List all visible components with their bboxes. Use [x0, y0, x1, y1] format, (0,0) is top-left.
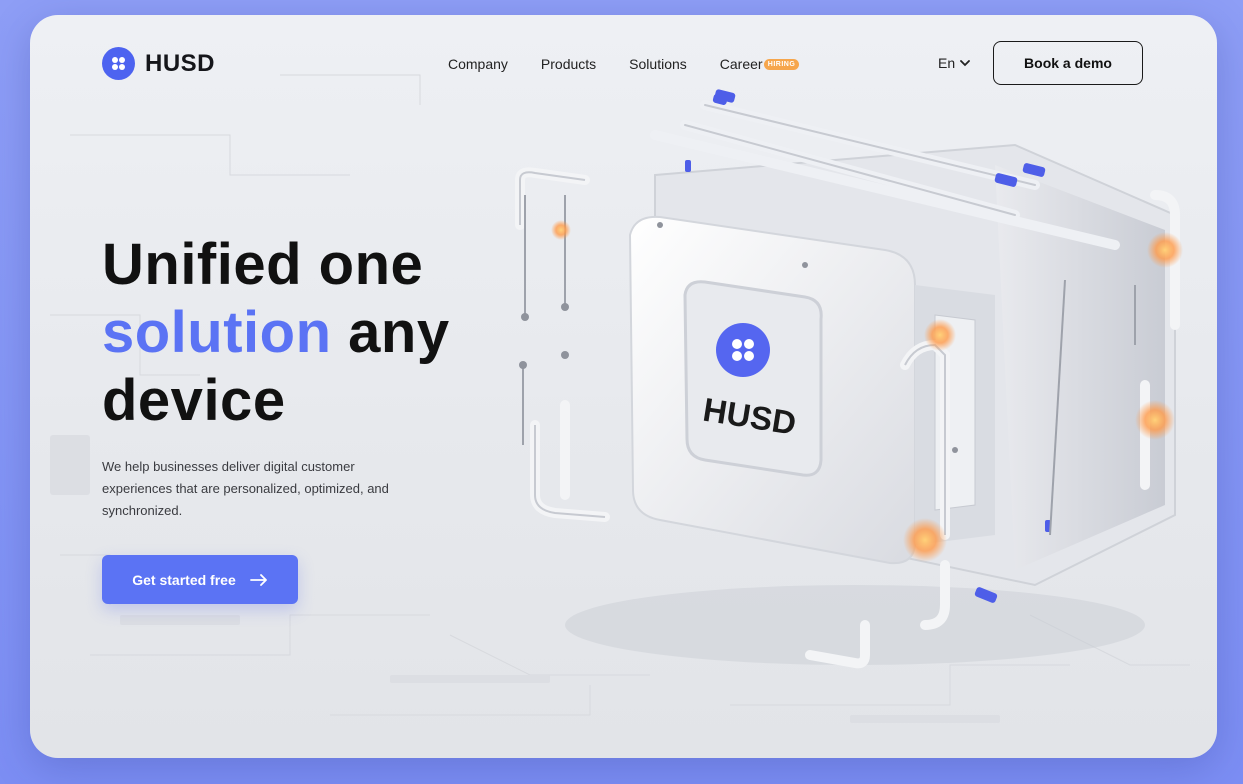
headline-line-2: any	[331, 300, 450, 365]
hero-subtext: We help businesses deliver digital custo…	[102, 459, 389, 518]
get-started-label: Get started free	[132, 571, 236, 588]
get-started-button[interactable]: Get started free	[102, 555, 298, 604]
arrow-right-icon	[249, 573, 267, 586]
headline-line-3: device	[102, 368, 286, 433]
headline-line-1: Unified one	[102, 232, 424, 297]
brand-name: HUSD	[145, 49, 216, 77]
hero-headline: Unified one solution any device	[102, 231, 450, 435]
four-petal-logo-icon	[102, 47, 135, 80]
device-illustration: HUSD	[515, 89, 1183, 669]
brand-logo[interactable]: HUSD	[102, 47, 215, 80]
page-frame: HUSD Company Products Solutions Career H…	[30, 15, 1217, 758]
headline-accent: solution	[102, 300, 332, 365]
